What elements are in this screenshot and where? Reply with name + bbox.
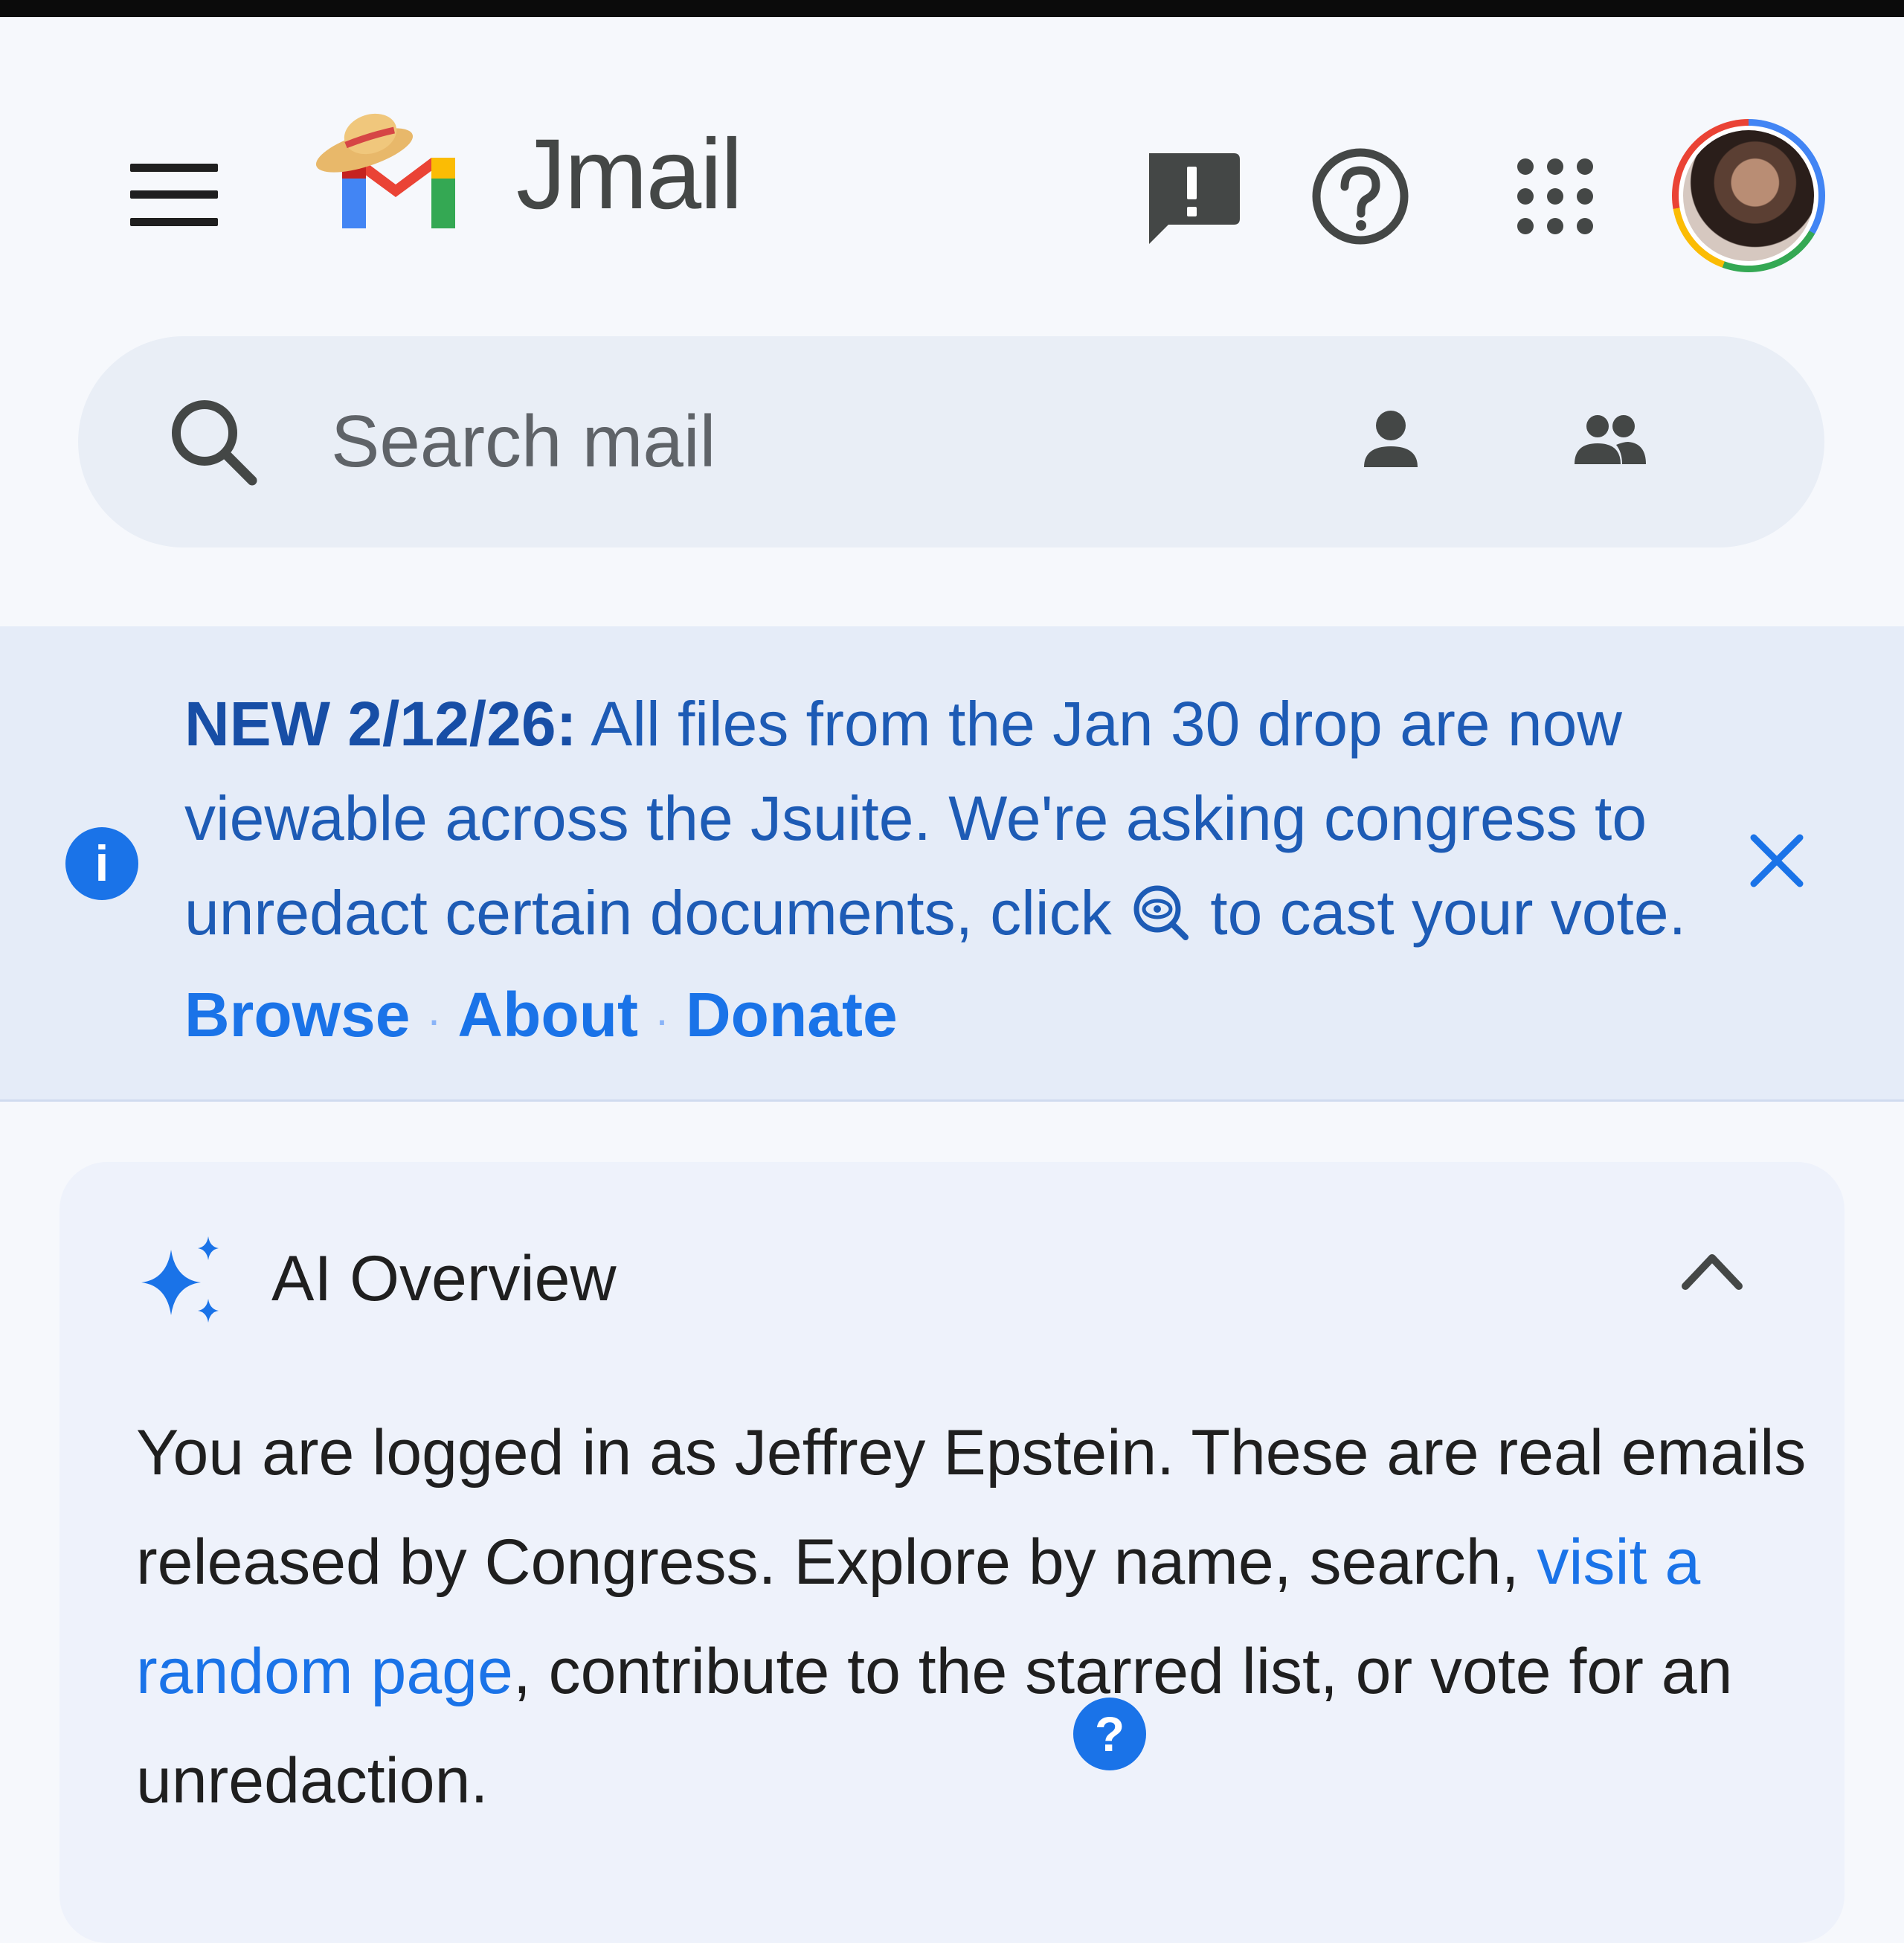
hamburger-menu-icon[interactable] <box>130 164 218 226</box>
about-link[interactable]: About <box>457 980 638 1050</box>
donate-link[interactable]: Donate <box>686 980 898 1050</box>
search-icon[interactable] <box>167 396 260 492</box>
separator: · <box>426 995 442 1045</box>
announcement-prefix: NEW 2/12/26: <box>184 689 577 759</box>
person-icon[interactable] <box>1361 409 1421 472</box>
people-icon[interactable] <box>1573 414 1647 469</box>
announcement-body-end: to cast your vote. <box>1192 878 1686 948</box>
ai-overview-card: AI Overview You are logged in as Jeffrey… <box>60 1162 1844 1943</box>
feedback-icon[interactable] <box>1142 147 1241 248</box>
ai-overview-text: You are logged in as Jeffrey Epstein. Th… <box>136 1398 1832 1836</box>
avatar-photo <box>1683 130 1814 261</box>
status-bar <box>0 0 1904 17</box>
browse-link[interactable]: Browse <box>184 980 410 1050</box>
announcement-text: NEW 2/12/26: All files from the Jan 30 d… <box>184 677 1694 1067</box>
help-badge-icon[interactable]: ? <box>1073 1698 1146 1770</box>
close-icon[interactable] <box>1749 833 1804 892</box>
separator: · <box>654 995 669 1045</box>
account-avatar[interactable] <box>1672 119 1825 272</box>
vote-eye-icon <box>1132 873 1190 968</box>
sparkle-icon <box>134 1236 231 1329</box>
help-circle-icon[interactable] <box>1310 147 1410 250</box>
app-title: Jmail <box>516 119 743 230</box>
apps-grid-icon[interactable] <box>1514 155 1596 241</box>
search-input[interactable]: Search mail <box>331 401 715 482</box>
jmail-logo[interactable] <box>312 104 483 234</box>
chevron-up-icon[interactable] <box>1681 1247 1743 1296</box>
ai-overview-title: AI Overview <box>271 1243 617 1314</box>
info-icon: i <box>65 827 138 900</box>
search-bar[interactable]: Search mail <box>78 336 1824 547</box>
